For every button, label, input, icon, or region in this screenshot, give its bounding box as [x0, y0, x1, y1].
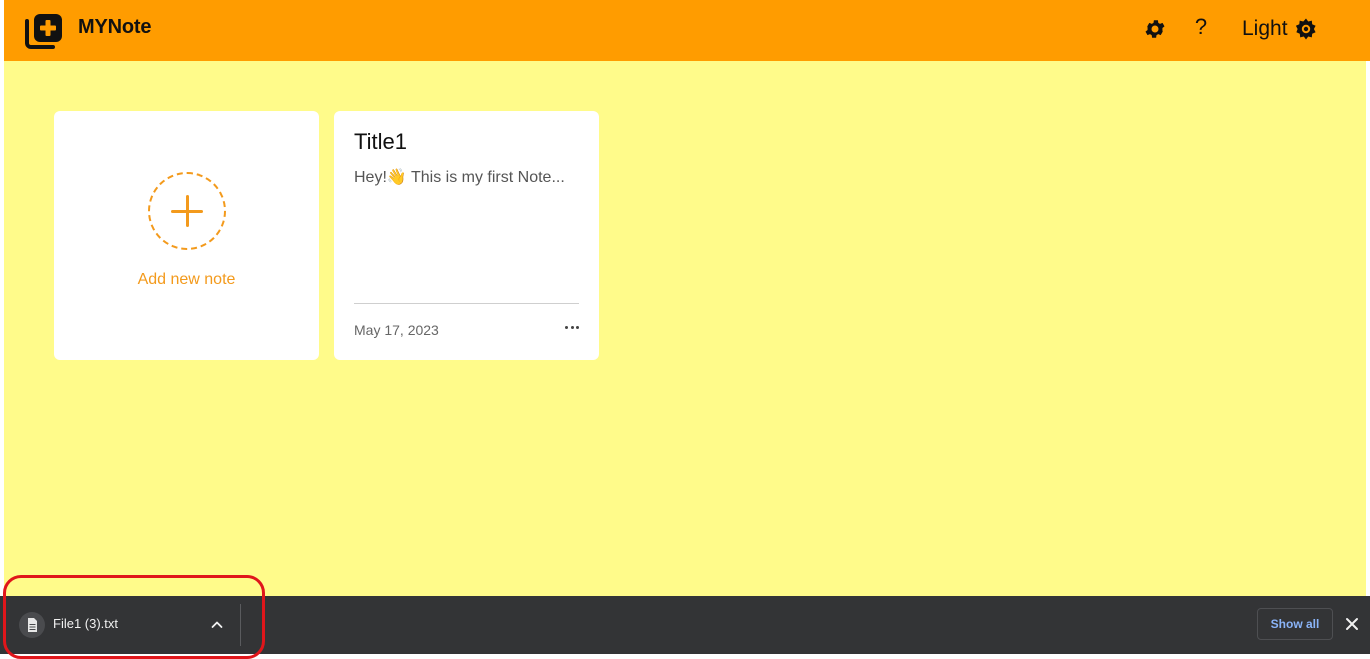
- menu-dot: [565, 326, 568, 329]
- app-title: MYNote: [78, 16, 152, 38]
- document-glyph: [28, 618, 37, 632]
- download-bar: File1 (3).txt Show all: [0, 596, 1370, 654]
- more-horizontal-icon[interactable]: [562, 317, 582, 337]
- note-preview: Hey!👋 This is my first Note...: [354, 169, 565, 186]
- note-card[interactable]: Title1 Hey!👋 This is my first Note... Ma…: [334, 111, 599, 360]
- note-title: Title1: [354, 129, 407, 154]
- menu-dot: [576, 326, 579, 329]
- download-item[interactable]: File1 (3).txt: [12, 604, 240, 646]
- theme-label: Light: [1242, 17, 1288, 40]
- add-note-label: Add new note: [137, 271, 236, 288]
- document-icon: [19, 612, 45, 638]
- plus-bar-vertical: [186, 195, 189, 227]
- gear-icon[interactable]: [1143, 17, 1167, 41]
- chevron-up-icon[interactable]: [208, 616, 226, 634]
- plus-circle-icon: [148, 172, 226, 250]
- divider: [354, 303, 579, 304]
- divider: [240, 604, 241, 646]
- note-add-icon[interactable]: [24, 12, 64, 50]
- theme-toggle-button[interactable]: Light: [1242, 14, 1318, 44]
- download-file-name: File1 (3).txt: [53, 616, 119, 631]
- show-all-button[interactable]: Show all: [1257, 608, 1333, 640]
- browser-viewport: MYNote ? Light Add new note Title1 Hey!👋…: [0, 0, 1370, 659]
- help-button[interactable]: ?: [1190, 14, 1212, 44]
- notes-canvas: Add new note Title1 Hey!👋 This is my fir…: [4, 61, 1366, 596]
- note-date: May 17, 2023: [354, 322, 439, 338]
- add-note-card[interactable]: Add new note: [54, 111, 319, 360]
- menu-dot: [570, 326, 574, 329]
- close-icon[interactable]: [1342, 614, 1362, 634]
- sun-gear-icon: [1295, 18, 1316, 40]
- app-bar: MYNote ? Light: [4, 0, 1370, 61]
